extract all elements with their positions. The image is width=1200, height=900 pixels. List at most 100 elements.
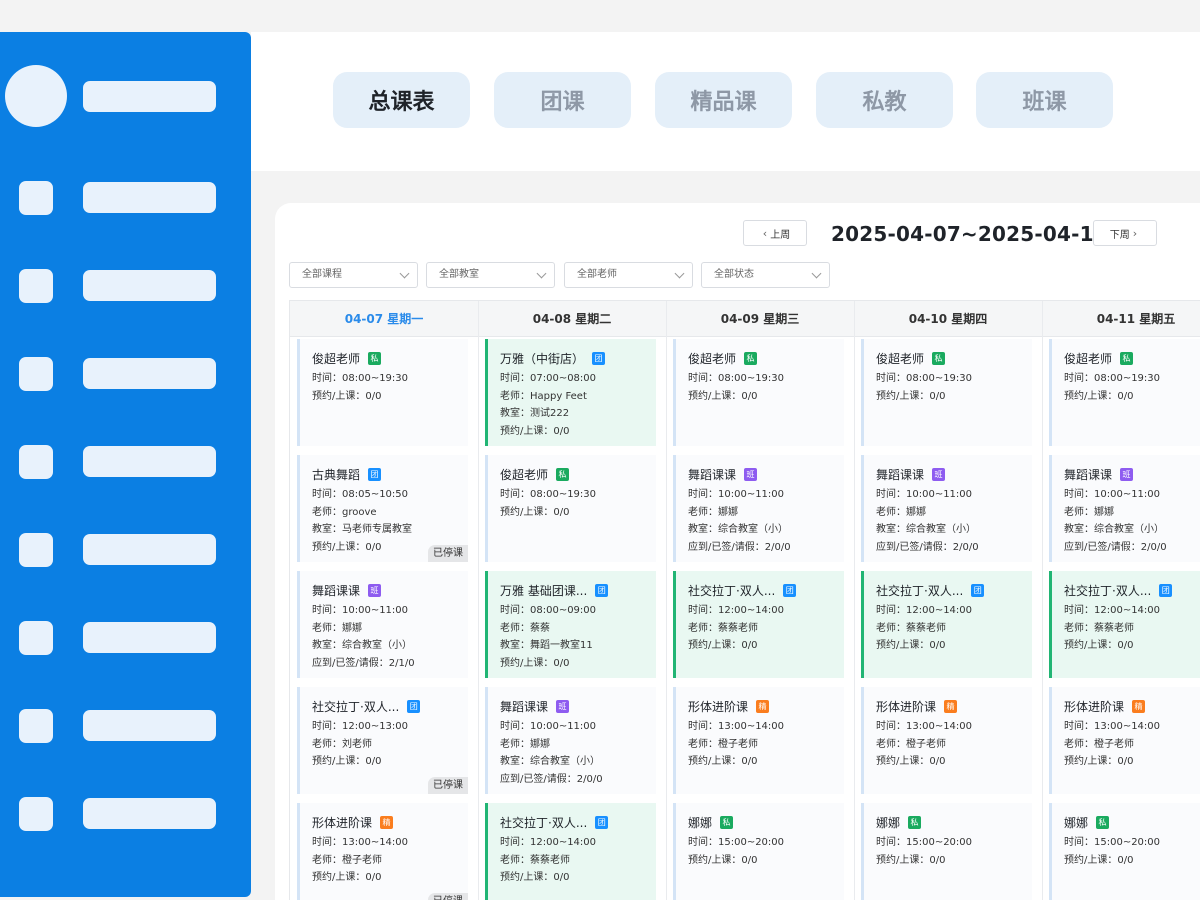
course-detail-line: 时间：08:00~19:30 [500,489,597,500]
course-title: 社交拉丁·双人... [312,699,400,714]
course-card[interactable]: 形体进阶课精时间：13:00~14:00 老师：橙子老师 预约/上课：0/0 [1049,687,1200,794]
course-title: 俊超老师 [876,351,925,366]
course-detail-line: 时间：12:00~13:00 [312,721,409,732]
course-card[interactable]: 舞蹈课课班时间：10:00~11:00 老师：娜娜 教室：综合教室（小） 应到/已签/… [297,571,468,678]
course-title: 社交拉丁·双人... [1064,583,1152,598]
course-card[interactable]: 社交拉丁·双人... 团时间：12:00~14:00 老师：蔡蔡老师 预约/上课：0/… [673,571,844,678]
tab-group-class[interactable]: 团课 [494,72,631,128]
course-type-badge: 精 [1132,699,1146,713]
course-detail-line: 时间：12:00~14:00 [688,605,785,616]
course-card[interactable]: 娜娜私时间：15:00~20:00 预约/上课：0/0 [1049,803,1200,900]
course-card[interactable]: 古典舞蹈团时间：08:05~10:50 老师：groove 教室：马老师专属教室 预约… [297,455,468,562]
sidebar [0,32,251,897]
course-detail-line: 应到/已签/请假：2/1/0 [312,657,415,669]
course-title-row: 社交拉丁·双人... 团 [1064,581,1200,599]
course-card[interactable]: 舞蹈课课班时间：10:00~11:00 老师：娜娜 教室：综合教室（小） 应到/已签/… [861,455,1032,562]
course-detail-line: 时间：07:00~08:00 [500,373,597,384]
course-title-row: 古典舞蹈团 [312,465,468,483]
course-detail-line: 时间：10:00~11:00 [1064,489,1161,500]
course-card[interactable]: 舞蹈课课班时间：10:00~11:00 老师：娜娜 教室：综合教室（小） 应到/已签/… [1049,455,1200,562]
course-card[interactable]: 俊超老师私时间：08:00~19:30 预约/上课：0/0 [673,339,844,446]
course-detail-line: 应到/已签/请假：2/0/0 [1064,541,1167,553]
sidebar-item-6-icon[interactable] [19,621,53,655]
course-card[interactable]: 万雅（中街店） 团时间：07:00~08:00 老师：Happy Feet 教室：测试… [485,339,656,446]
day-header: 04-11 星期五 [1042,301,1200,337]
course-title: 形体进阶课 [876,699,937,714]
tab-class-course[interactable]: 班课 [976,72,1113,128]
course-detail-line: 老师：橙子老师 [876,738,946,750]
column-divider [854,301,855,900]
course-card[interactable]: 社交拉丁·双人... 团时间：12:00~14:00 老师：蔡蔡老师 预约/上课：0/… [485,803,656,900]
course-card[interactable]: 社交拉丁·双人... 团时间：12:00~14:00 老师：蔡蔡老师 预约/上课：0/… [1049,571,1200,678]
course-card[interactable]: 俊超老师私时间：08:00~19:30 预约/上课：0/0 [297,339,468,446]
sidebar-item-3[interactable] [83,358,216,389]
course-card[interactable]: 形体进阶课精时间：13:00~14:00 老师：橙子老师预约/上课：0/0 已停课 [297,803,468,900]
course-title: 社交拉丁·双人... [876,583,964,598]
course-detail-line: 时间：15:00~20:00 [688,837,785,848]
course-detail-line: 预约/上课：0/0 [500,657,570,669]
course-title-row: 舞蹈课课班 [876,465,1032,483]
course-title-row: 娜娜私 [876,813,1032,831]
sidebar-item-1-icon[interactable] [19,181,53,215]
sidebar-item-7[interactable] [83,710,216,741]
course-detail-line: 教室：舞蹈一教室11 [500,640,593,651]
sidebar-item-4-icon[interactable] [19,445,53,479]
tab-all-schedule[interactable]: 总课表 [333,72,470,128]
course-detail-line: 预约/上课：0/0 [312,390,382,402]
course-detail-line: 时间：13:00~14:00 [876,721,973,732]
course-detail-line: 时间：08:00~19:30 [688,373,785,384]
course-title-row: 万雅（中街店） 团 [500,349,656,367]
course-card[interactable]: 俊超老师私时间：08:00~19:30 预约/上课：0/0 [861,339,1032,446]
sidebar-item-4[interactable] [83,446,216,477]
sidebar-item-1[interactable] [83,182,216,213]
course-card[interactable]: 娜娜私时间：15:00~20:00 预约/上课：0/0 [861,803,1032,900]
course-type-badge: 精 [756,699,770,713]
status-filter-value: 全部状态 [714,269,754,280]
prev-week-button[interactable]: ‹ 上周 [743,220,807,246]
tab-premium-class[interactable]: 精品课 [655,72,792,128]
course-card[interactable]: 俊超老师私时间：08:00~19:30 预约/上课：0/0 [485,455,656,562]
cancelled-badge: 已停课 [428,777,468,794]
sidebar-item-6[interactable] [83,622,216,653]
course-card[interactable]: 舞蹈课课班时间：10:00~11:00 老师：娜娜 教室：综合教室（小） 应到/已签/… [485,687,656,794]
course-title-row: 形体进阶课精 [312,813,468,831]
course-card[interactable]: 万雅 基础团课... 团时间：08:00~09:00 老师：蔡蔡 教室：舞蹈一教室11… [485,571,656,678]
sidebar-item-5-icon[interactable] [19,533,53,567]
course-title: 万雅 基础团课... [500,583,588,598]
course-title: 舞蹈课课 [688,467,737,482]
course-type-badge: 私 [908,815,922,829]
classroom-filter-select[interactable]: 全部教室 [426,262,555,288]
course-detail-line: 时间：12:00~14:00 [500,837,597,848]
sidebar-item-2-icon[interactable] [19,269,53,303]
course-detail-line: 老师：娜娜 [876,506,926,518]
course-card[interactable]: 社交拉丁·双人... 团时间：12:00~13:00 老师：刘老师 预约/上课：0/0… [297,687,468,794]
course-card[interactable]: 娜娜私时间：15:00~20:00 预约/上课：0/0 [673,803,844,900]
sidebar-item-8[interactable] [83,798,216,829]
course-card[interactable]: 俊超老师私时间：08:00~19:30 预约/上课：0/0 [1049,339,1200,446]
course-detail-line: 预约/上课：0/0 [500,506,570,518]
avatar[interactable] [5,65,67,127]
sidebar-item-7-icon[interactable] [19,709,53,743]
course-card[interactable]: 形体进阶课精时间：13:00~14:00 老师：橙子老师 预约/上课：0/0 [673,687,844,794]
course-filter-select[interactable]: 全部课程 [289,262,418,288]
course-detail-line: 时间：15:00~20:00 [876,837,973,848]
next-week-button[interactable]: 下周 › [1093,220,1157,246]
course-title: 娜娜 [688,815,713,830]
course-detail-line: 时间：08:00~09:00 [500,605,597,616]
sidebar-item-3-icon[interactable] [19,357,53,391]
sidebar-item-8-icon[interactable] [19,797,53,831]
course-detail-line: 预约/上课：0/0 [876,390,946,402]
teacher-filter-select[interactable]: 全部老师 [564,262,693,288]
course-detail-line: 预约/上课：0/0 [1064,756,1134,767]
course-title-row: 俊超老师私 [500,465,656,483]
tab-private-class[interactable]: 私教 [816,72,953,128]
sidebar-item-2[interactable] [83,270,216,301]
chevron-left-icon: ‹ [762,226,768,240]
course-card[interactable]: 社交拉丁·双人... 团时间：12:00~14:00 老师：蔡蔡老师 预约/上课：0/… [861,571,1032,678]
sidebar-item-5[interactable] [83,534,216,565]
course-card[interactable]: 舞蹈课课班时间：10:00~11:00 老师：娜娜 教室：综合教室（小） 应到/已签/… [673,455,844,562]
course-card[interactable]: 形体进阶课精时间：13:00~14:00 老师：橙子老师 预约/上课：0/0 [861,687,1032,794]
course-title: 社交拉丁·双人... [688,583,776,598]
course-detail-line: 教室：马老师专属教室 [312,524,412,535]
status-filter-select[interactable]: 全部状态 [701,262,830,288]
